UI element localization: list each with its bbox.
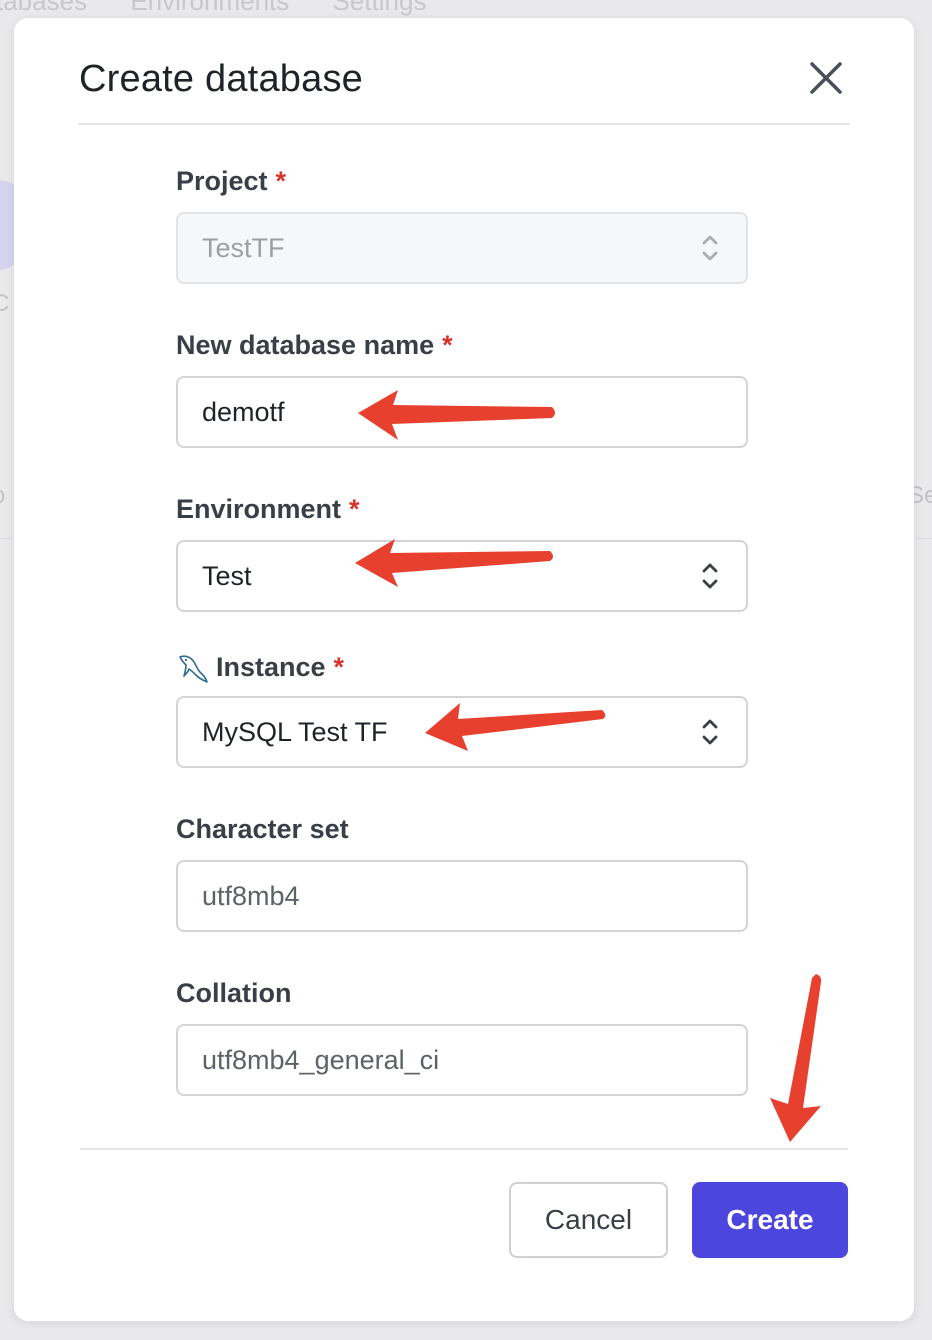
database-name-value: demotf xyxy=(202,397,285,427)
environment-value: Test xyxy=(202,561,252,591)
background-fragment: C xyxy=(0,290,10,317)
mysql-dolphin-icon xyxy=(179,655,208,683)
background-nav-item: Environments xyxy=(130,0,290,16)
dialog-title: Create database xyxy=(79,58,363,100)
project-select[interactable]: TestTF xyxy=(176,212,748,284)
instance-label-text: Instance xyxy=(216,652,326,682)
background-nav: tabases Environments Settings xyxy=(0,0,556,16)
character-set-label-text: Character set xyxy=(176,814,349,844)
project-value: TestTF xyxy=(202,233,285,263)
instance-value: MySQL Test TF xyxy=(202,717,388,747)
create-button[interactable]: Create xyxy=(692,1182,848,1258)
collation-label: Collation xyxy=(176,978,292,1009)
character-set-label: Character set xyxy=(176,814,349,845)
close-icon xyxy=(810,62,842,94)
database-name-label: New database name * xyxy=(176,330,453,361)
collation-placeholder: utf8mb4_general_ci xyxy=(202,1045,440,1075)
background-divider xyxy=(0,538,14,539)
project-label-text: Project xyxy=(176,166,268,196)
close-button[interactable] xyxy=(806,58,846,98)
background-nav-item: Settings xyxy=(332,0,427,16)
cancel-button[interactable]: Cancel xyxy=(509,1182,668,1258)
collation-label-text: Collation xyxy=(176,978,292,1008)
character-set-input[interactable]: utf8mb4 xyxy=(176,860,748,932)
instance-label: Instance * xyxy=(216,652,344,683)
chevron-up-down-icon xyxy=(702,563,718,589)
background-nav-item: tabases xyxy=(0,0,88,16)
instance-select[interactable]: MySQL Test TF xyxy=(176,696,748,768)
chevron-up-down-icon xyxy=(702,235,718,261)
collation-input[interactable]: utf8mb4_general_ci xyxy=(176,1024,748,1096)
required-marker: * xyxy=(275,166,287,196)
character-set-placeholder: utf8mb4 xyxy=(202,881,300,911)
background-fragment: o xyxy=(0,482,5,510)
required-marker: * xyxy=(333,652,345,682)
header-divider xyxy=(78,123,850,125)
database-name-label-text: New database name xyxy=(176,330,435,360)
create-database-dialog: Create database Project * TestTF New data… xyxy=(14,18,914,1321)
environment-select[interactable]: Test xyxy=(176,540,748,612)
database-name-input[interactable]: demotf xyxy=(176,376,748,448)
required-marker: * xyxy=(442,330,453,360)
required-marker: * xyxy=(349,494,360,524)
project-label: Project * xyxy=(176,166,286,197)
environment-label-text: Environment xyxy=(176,494,342,524)
footer-divider xyxy=(80,1148,848,1150)
background-divider xyxy=(914,538,932,539)
chevron-up-down-icon xyxy=(702,719,718,745)
environment-label: Environment * xyxy=(176,494,360,525)
